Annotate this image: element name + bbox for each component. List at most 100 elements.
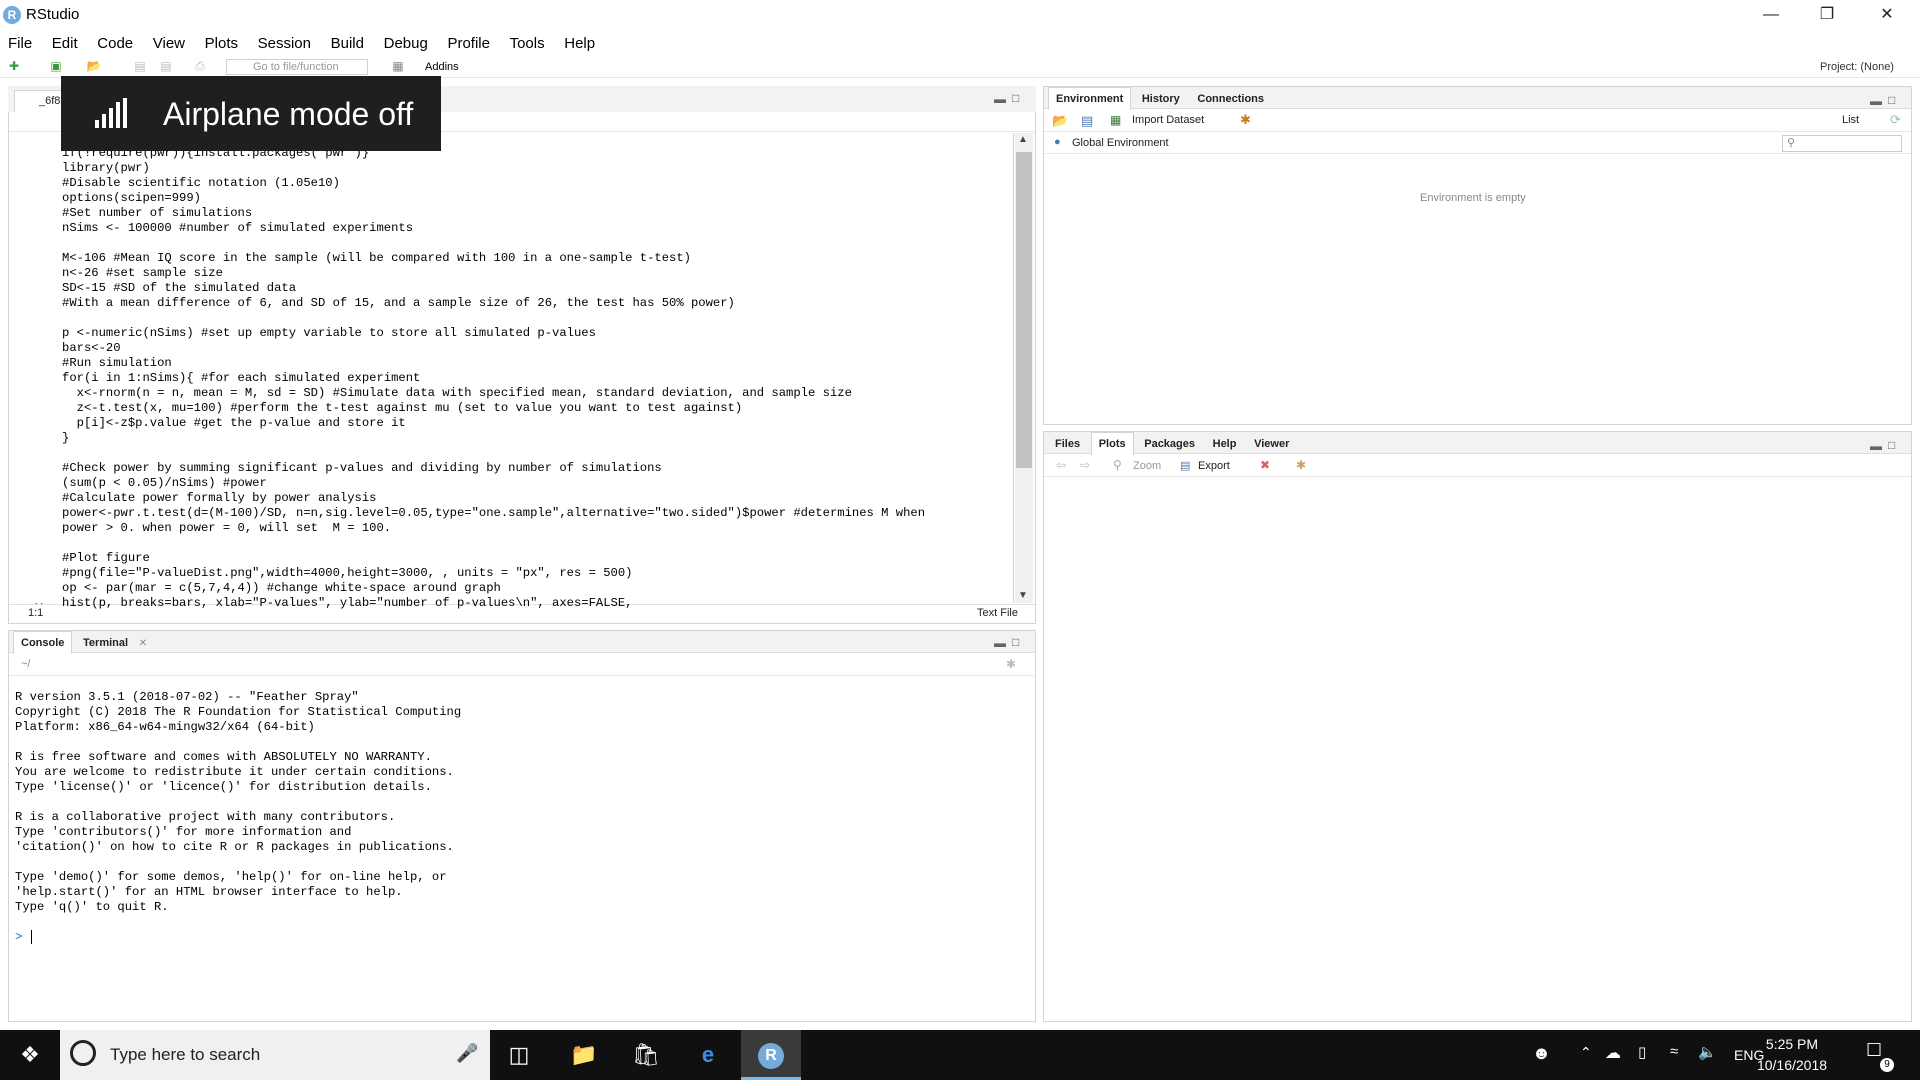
print-icon[interactable]: ⎙ [192, 59, 208, 73]
editor-scrollbar-thumb[interactable] [1016, 152, 1032, 468]
menu-build[interactable]: Build [331, 32, 364, 55]
tab-viewer[interactable]: Viewer [1247, 433, 1296, 455]
back-arrow-icon[interactable]: ⇦ [1056, 458, 1066, 472]
code-line[interactable]: for(i in 1:nSims){ #for each simulated e… [62, 371, 420, 385]
clear-console-icon[interactable]: ✱ [1006, 657, 1016, 671]
menu-help[interactable]: Help [564, 32, 595, 55]
goto-file-input[interactable]: Go to file/function [226, 59, 368, 75]
store-icon[interactable]: 🛍 [617, 1030, 675, 1080]
editor-minimize-icon[interactable]: ▬ [994, 92, 1006, 106]
new-file-icon[interactable]: ✚ [6, 59, 22, 73]
code-line[interactable]: #Set number of simulations [62, 206, 252, 220]
code-line[interactable]: options(scipen=999) [62, 191, 201, 205]
code-line[interactable]: M<-106 #Mean IQ score in the sample (wil… [62, 251, 691, 265]
code-line[interactable]: library(pwr) [62, 161, 150, 175]
code-line[interactable]: power<-pwr.t.test(d=(M-100)/SD, n=n,sig.… [62, 506, 925, 520]
menu-file[interactable]: File [8, 32, 32, 55]
code-line[interactable]: #png(file="P-valueDist.png",width=4000,h… [62, 566, 632, 580]
save-workspace-icon[interactable]: ▤ [1081, 113, 1093, 129]
menu-plots[interactable]: Plots [205, 32, 238, 55]
save-icon[interactable]: ▤ [132, 59, 148, 73]
minimize-icon[interactable]: — [1744, 0, 1798, 29]
project-menu[interactable]: Project: (None) [1820, 61, 1894, 73]
menu-edit[interactable]: Edit [52, 32, 78, 55]
forward-arrow-icon[interactable]: ⇨ [1080, 458, 1090, 472]
code-line[interactable]: } [62, 431, 69, 445]
tab-console[interactable]: Console [13, 631, 73, 654]
task-view-icon[interactable]: ◫ [490, 1030, 548, 1080]
clock-date[interactable]: 10/16/2018 [1752, 1057, 1832, 1073]
environment-search-input[interactable]: ⚲ [1782, 135, 1902, 152]
code-line[interactable]: hist(p, breaks=bars, xlab="P-values", yl… [62, 596, 632, 610]
tab-environment[interactable]: Environment [1048, 87, 1132, 110]
tab-help[interactable]: Help [1206, 433, 1244, 455]
code-line[interactable]: x<-rnorm(n = n, mean = M, sd = SD) #Simu… [62, 386, 852, 400]
file-type-selector[interactable]: Text File [977, 607, 1018, 619]
clock-time[interactable]: 5:25 PM [1752, 1036, 1832, 1052]
tab-packages[interactable]: Packages [1137, 433, 1202, 455]
tab-files[interactable]: Files [1048, 433, 1087, 455]
scroll-up-icon[interactable]: ▲ [1018, 134, 1028, 145]
volume-icon[interactable]: 🔈 [1698, 1043, 1717, 1061]
menu-session[interactable]: Session [258, 32, 311, 55]
env-maximize-icon[interactable]: □ [1888, 93, 1895, 107]
tab-connections[interactable]: Connections [1190, 88, 1271, 110]
code-line[interactable]: (sum(p < 0.05)/nSims) #power [62, 476, 267, 490]
windows-start-icon[interactable]: ❖ [0, 1030, 60, 1080]
files-minimize-icon[interactable]: ▬ [1870, 439, 1882, 453]
code-line[interactable]: bars<-20 [62, 341, 121, 355]
action-center-icon[interactable]: ☐ [1866, 1040, 1882, 1061]
tab-terminal[interactable]: Terminal [76, 632, 135, 654]
code-line[interactable]: #Plot figure [62, 551, 150, 565]
scroll-down-icon[interactable]: ▼ [1018, 590, 1028, 601]
restore-icon[interactable]: ❐ [1800, 0, 1854, 29]
tray-chevron-icon[interactable]: ⌃ [1580, 1044, 1592, 1061]
list-view-selector[interactable]: List [1842, 114, 1859, 126]
load-workspace-icon[interactable]: 📂 [1052, 113, 1068, 129]
code-line[interactable]: SD<-15 #SD of the simulated data [62, 281, 296, 295]
zoom-button[interactable]: Zoom [1133, 460, 1161, 472]
close-terminal-icon[interactable]: ✕ [139, 638, 147, 649]
new-project-icon[interactable]: ▣ [48, 59, 64, 73]
editor-maximize-icon[interactable]: □ [1012, 91, 1019, 105]
code-line[interactable]: p[i]<-z$p.value #get the p-value and sto… [62, 416, 406, 430]
open-file-icon[interactable]: 📂 [86, 59, 102, 73]
remove-plot-icon[interactable]: ✖ [1260, 458, 1270, 472]
export-button[interactable]: Export [1198, 460, 1230, 472]
microphone-icon[interactable]: 🎤 [456, 1043, 478, 1064]
save-all-icon[interactable]: ▤ [158, 59, 174, 73]
rstudio-taskbar-icon[interactable]: R [741, 1030, 801, 1080]
menu-view[interactable]: View [153, 32, 185, 55]
files-maximize-icon[interactable]: □ [1888, 438, 1895, 452]
wifi-icon[interactable]: ≈ [1670, 1043, 1678, 1060]
onedrive-icon[interactable]: ☁ [1605, 1043, 1621, 1063]
people-icon[interactable]: ☻ [1532, 1043, 1551, 1064]
code-line[interactable]: op <- par(mar = c(5,7,4,4)) #change whit… [62, 581, 501, 595]
code-line[interactable]: #Run simulation [62, 356, 172, 370]
menu-tools[interactable]: Tools [510, 32, 545, 55]
broom-icon[interactable]: ✱ [1240, 112, 1251, 128]
code-line[interactable]: #Check power by summing significant p-va… [62, 461, 662, 475]
file-explorer-icon[interactable]: 📁 [555, 1030, 613, 1080]
code-line[interactable]: power > 0. when power = 0, will set M = … [62, 521, 391, 535]
addins-menu[interactable]: Addins [425, 61, 459, 73]
code-line[interactable]: #With a mean difference of 6, and SD of … [62, 296, 735, 310]
import-dataset-button[interactable]: Import Dataset [1132, 114, 1204, 126]
battery-icon[interactable]: ▯ [1638, 1043, 1646, 1061]
code-line[interactable]: #Calculate power formally by power analy… [62, 491, 377, 505]
edge-browser-icon[interactable]: e [679, 1030, 737, 1080]
code-line[interactable]: n<-26 #set sample size [62, 266, 223, 280]
refresh-icon[interactable]: ⟳ [1890, 112, 1901, 128]
console-minimize-icon[interactable]: ▬ [994, 636, 1006, 650]
tab-history[interactable]: History [1135, 88, 1187, 110]
grid-layout-icon[interactable]: ▦ [390, 59, 406, 73]
code-line[interactable]: z<-t.test(x, mu=100) #perform the t-test… [62, 401, 743, 415]
code-line[interactable]: nSims <- 100000 #number of simulated exp… [62, 221, 413, 235]
menu-code[interactable]: Code [97, 32, 133, 55]
menu-profile[interactable]: Profile [447, 32, 490, 55]
code-line[interactable]: #Disable scientific notation (1.05e10) [62, 176, 340, 190]
close-icon[interactable]: ✕ [1860, 0, 1914, 29]
console-maximize-icon[interactable]: □ [1012, 635, 1019, 649]
tab-plots[interactable]: Plots [1090, 432, 1134, 455]
clear-plots-icon[interactable]: ✱ [1296, 458, 1306, 472]
